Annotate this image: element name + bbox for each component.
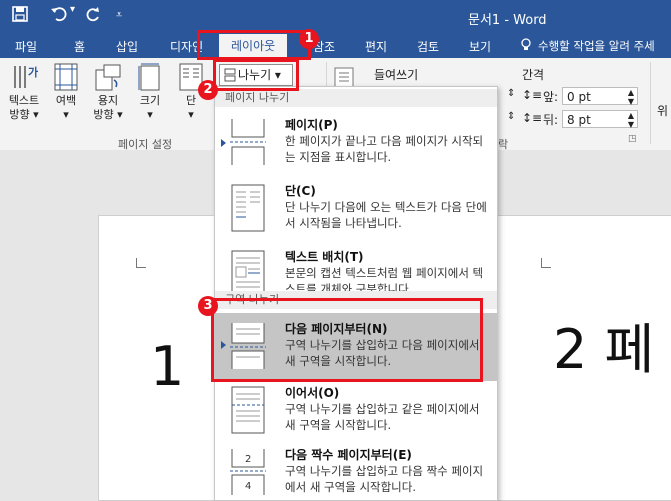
- text-direction-label-1: 텍스트: [8, 94, 40, 107]
- step-badge-3: 3: [198, 296, 218, 316]
- spacing-after-input[interactable]: 8 pt ▲ ▼: [562, 110, 638, 129]
- svg-text:가: 가: [28, 65, 38, 79]
- highlight-next-page: [211, 298, 483, 382]
- title-bar: ▾ ⩡ 문서1 - Word: [0, 0, 671, 34]
- paper-size-icon: [138, 63, 160, 91]
- step-badge-2: 2: [198, 80, 218, 100]
- margins-label-2: ▾: [63, 108, 69, 121]
- continuous-break-icon: [231, 386, 265, 434]
- step-badge-1: 1: [299, 29, 319, 49]
- undo-dropdown-icon[interactable]: ▾: [70, 4, 75, 15]
- spacing-after-value: 8 pt: [567, 113, 591, 127]
- tab-insert[interactable]: 삽입: [116, 38, 138, 55]
- spacing-before-value: 0 pt: [567, 90, 591, 104]
- size-button[interactable]: 크기 ▾: [133, 62, 167, 122]
- redo-icon[interactable]: [85, 6, 101, 26]
- page-breaks-header: 페이지 나누기: [215, 89, 497, 107]
- continuous-desc: 구역 나누기를 삽입하고 같은 페이지에서 새 구역을 시작합니다.: [285, 402, 480, 432]
- page-break-title: 페이지(P): [285, 118, 338, 132]
- tab-view[interactable]: 보기: [469, 38, 491, 55]
- orientation-icon: [95, 64, 121, 91]
- text-wrapping-title: 텍스트 배치(T): [285, 250, 364, 264]
- tab-file[interactable]: 파일: [15, 38, 37, 55]
- page-2-margin-corner: [541, 258, 551, 268]
- even-page-title: 다음 짝수 페이지부터(E): [285, 448, 412, 462]
- even-page-break-icon: 24: [230, 449, 266, 495]
- column-break-desc: 단 나누기 다음에 오는 텍스트가 다음 단에서 시작됨을 나타냅니다.: [285, 200, 487, 230]
- continuous-title: 이어서(O): [285, 386, 340, 400]
- text-direction-button[interactable]: 가 텍스트 방향 ▾: [4, 62, 44, 122]
- spacing-after-icon: ↕≡: [522, 111, 543, 125]
- svg-text:4: 4: [245, 481, 251, 492]
- spacing-label: 간격: [522, 68, 545, 82]
- text-direction-icon: 가: [14, 65, 38, 88]
- margins-button[interactable]: 여백 ▾: [48, 62, 84, 122]
- columns-label-2: ▾: [188, 108, 194, 121]
- page-1-text[interactable]: 1: [150, 335, 184, 398]
- spacing-before-icon: ↕≡: [522, 88, 543, 102]
- margins-label-1: 여백: [55, 94, 77, 107]
- column-break-icon: [231, 184, 265, 232]
- spacing-before-label: 앞:: [543, 90, 559, 104]
- column-break-title: 단(C): [285, 184, 316, 198]
- undo-icon[interactable]: [50, 6, 68, 26]
- page-break-desc: 한 페이지가 끝나고 다음 페이지가 시작되는 지점을 표시합니다.: [285, 134, 484, 164]
- menu-item-even-page[interactable]: 24 다음 짝수 페이지부터(E) 구역 나누기를 삽입하고 다음 짝수 페이지…: [215, 439, 497, 500]
- save-icon[interactable]: [12, 6, 28, 26]
- size-label-1: 크기: [139, 94, 161, 107]
- indent-spin-arrows[interactable]: ⇕: [507, 88, 515, 99]
- highlight-layout-tab: [197, 30, 311, 60]
- even-page-desc: 구역 나누기를 삽입하고 다음 짝수 페이지에서 새 구역을 시작합니다.: [285, 464, 484, 494]
- indent-spin-arrows-2[interactable]: ⇕: [507, 111, 515, 122]
- item-marker-icon: [221, 139, 226, 147]
- tab-review[interactable]: 검토: [417, 38, 439, 55]
- spacing-before-input[interactable]: 0 pt ▲ ▼: [562, 87, 638, 106]
- menu-item-column-break[interactable]: 단(C) 단 나누기 다음에 오는 텍스트가 다음 단에서 시작됨을 나타냅니다…: [215, 175, 497, 243]
- tell-me-search[interactable]: 수행할 작업을 알려 주세: [538, 38, 655, 54]
- highlight-breaks-button: [213, 59, 299, 91]
- text-direction-label-2: 방향 ▾: [9, 108, 39, 121]
- dialog-launcher-icon[interactable]: ◳: [628, 134, 637, 144]
- window-title: 문서1 - Word: [468, 13, 547, 28]
- menu-item-page-break[interactable]: 페이지(P) 한 페이지가 끝나고 다음 페이지가 시작되는 지점을 표시합니다…: [215, 109, 497, 177]
- ribbon-tabs: 파일 홈 삽입 디자인 레이아웃 참조 편지 검토 보기 수행할 작업을 알려 …: [0, 34, 671, 58]
- indent-label: 들여쓰기: [374, 68, 419, 82]
- orientation-label-1: 용지: [97, 94, 119, 107]
- position-label[interactable]: 위: [657, 102, 668, 119]
- svg-text:2: 2: [245, 454, 251, 465]
- customize-icon[interactable]: ⩡: [116, 8, 122, 22]
- page-break-icon: [230, 119, 266, 165]
- orientation-label-2: 방향 ▾: [93, 108, 123, 121]
- menu-item-continuous[interactable]: 이어서(O) 구역 나누기를 삽입하고 같은 페이지에서 새 구역을 시작합니다…: [215, 377, 497, 445]
- tab-mailings[interactable]: 편지: [365, 38, 387, 55]
- size-label-2: ▾: [147, 108, 153, 121]
- breaks-menu: 페이지 나누기 페이지(P) 한 페이지가 끝나고 다음 페이지가 시작되는 지…: [214, 86, 498, 501]
- page-1-margin-corner: [136, 258, 146, 268]
- margins-icon: [54, 63, 78, 91]
- group-divider-2: [650, 62, 651, 144]
- tab-home[interactable]: 홈: [74, 38, 85, 55]
- spacing-after-label: 뒤:: [543, 113, 559, 127]
- page-2-text[interactable]: 2 페: [553, 305, 654, 384]
- orientation-button[interactable]: 용지 방향 ▾: [88, 62, 128, 122]
- lightbulb-icon: [520, 38, 532, 55]
